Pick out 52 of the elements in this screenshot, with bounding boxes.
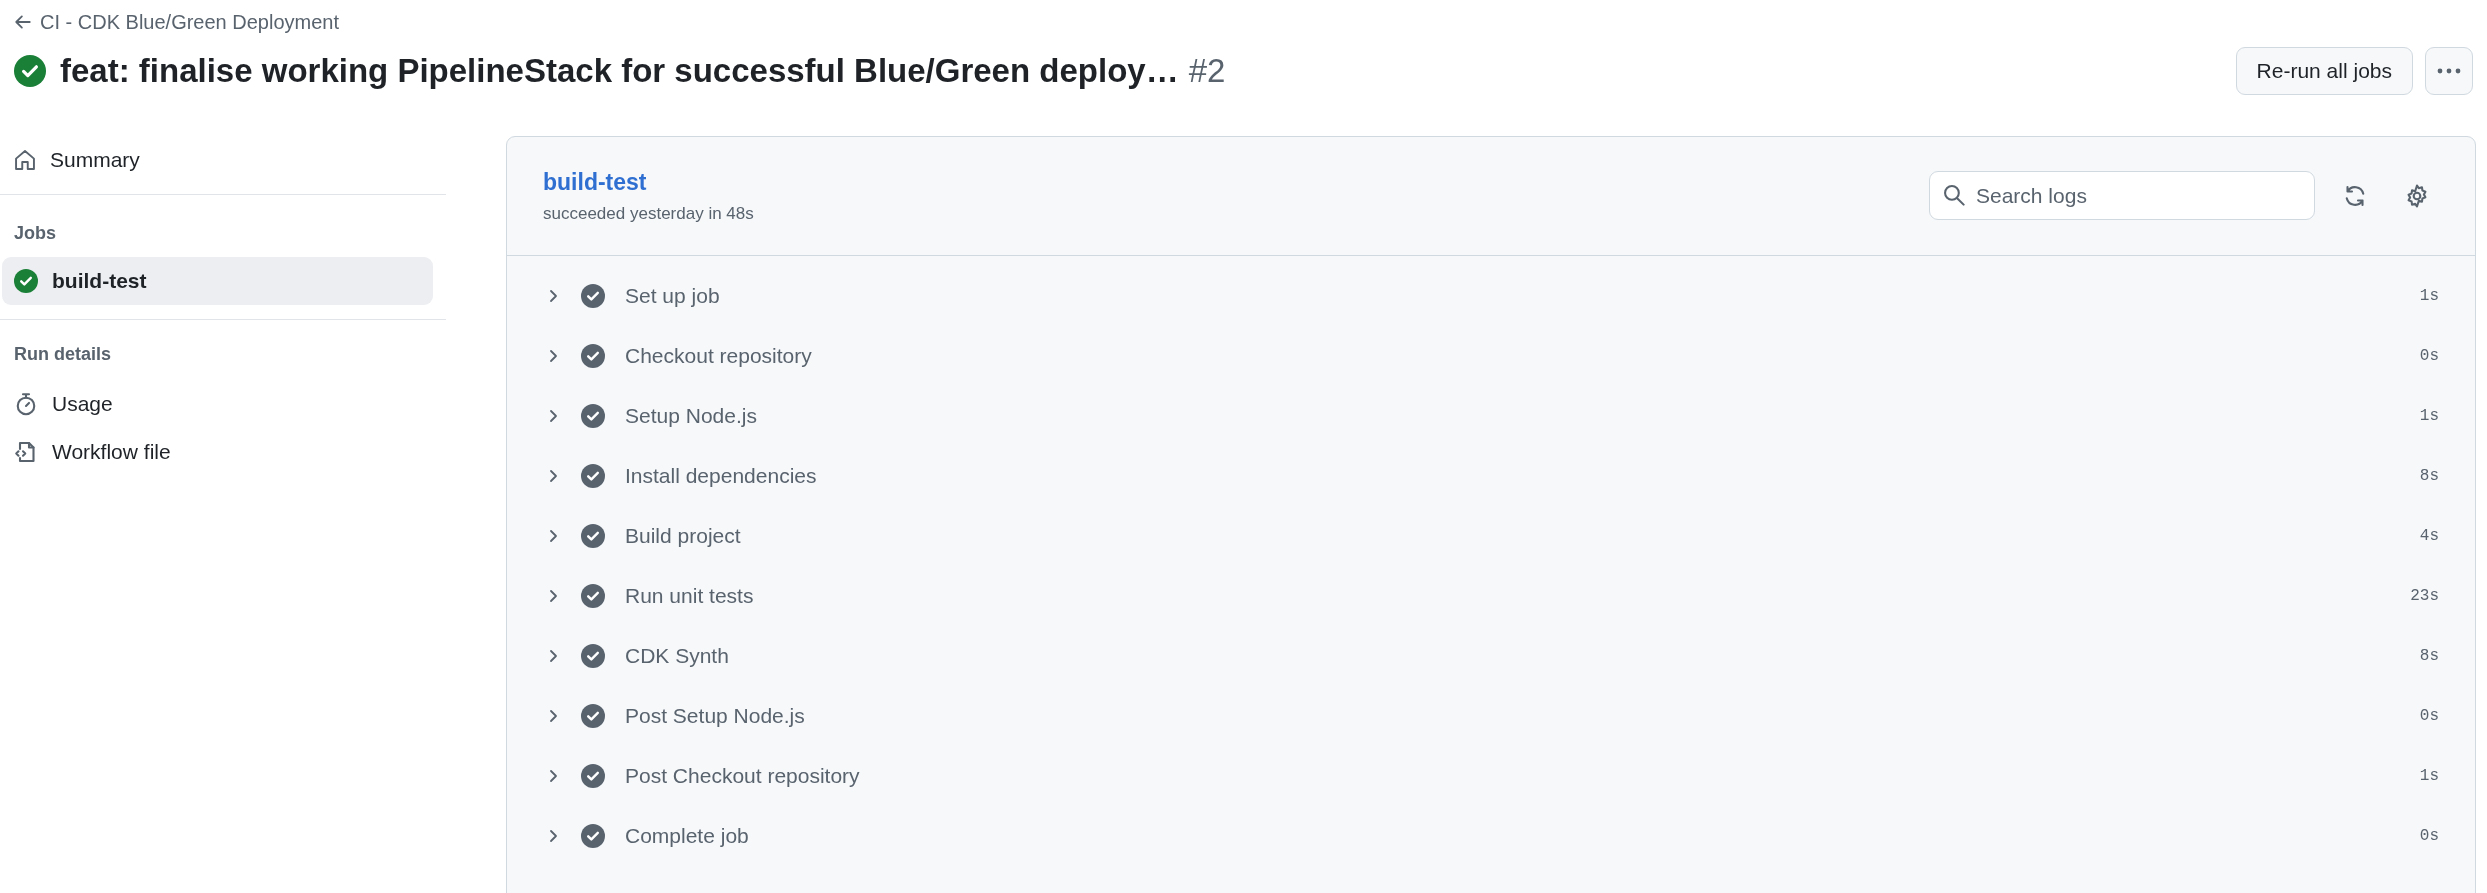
stopwatch-icon xyxy=(14,391,38,416)
step-duration: 4s xyxy=(2419,525,2439,547)
step-row[interactable]: Setup Node.js 1s xyxy=(507,385,2475,446)
step-row[interactable]: Post Checkout repository 1s xyxy=(507,745,2475,806)
sidebar-item[interactable]: Summary xyxy=(0,135,446,184)
run-number: #2 xyxy=(1188,51,1226,91)
step-name: Post Checkout repository xyxy=(625,762,860,789)
step-name: Checkout repository xyxy=(625,342,812,369)
step-duration: 1s xyxy=(2419,405,2439,427)
job-subtitle: succeeded yesterday in 48s xyxy=(543,203,754,225)
step-row[interactable]: Set up job 1s xyxy=(507,265,2475,326)
more-button[interactable] xyxy=(2425,46,2473,95)
step-row[interactable]: Complete job 0s xyxy=(507,805,2475,866)
sidebar-item[interactable]: Workflow file xyxy=(0,427,446,476)
settings-icon xyxy=(2405,183,2429,208)
step-name: Complete job xyxy=(625,822,749,849)
search-icon xyxy=(1943,184,1965,206)
step-name: Install dependencies xyxy=(625,462,817,489)
step-row[interactable]: Checkout repository 0s xyxy=(507,325,2475,386)
more-icon xyxy=(2437,67,2461,74)
step-row[interactable]: Build project 4s xyxy=(507,505,2475,566)
step-name: CDK Synth xyxy=(625,642,729,669)
step-row[interactable]: Install dependencies 8s xyxy=(507,445,2475,506)
step-duration: 0s xyxy=(2419,825,2439,847)
step-name: Run unit tests xyxy=(625,582,754,609)
step-name: Build project xyxy=(625,522,741,549)
step-duration: 8s xyxy=(2419,465,2439,487)
rerun-button[interactable]: Re-run all jobs xyxy=(2235,46,2413,95)
step-duration: 8s xyxy=(2419,645,2439,667)
step-duration: 0s xyxy=(2419,705,2439,727)
home-icon xyxy=(14,148,36,171)
sidebar-item[interactable]: Usage xyxy=(0,379,446,428)
step-row[interactable]: Post Setup Node.js 0s xyxy=(507,685,2475,746)
step-duration: 23s xyxy=(2410,585,2439,607)
step-duration: 1s xyxy=(2419,285,2439,307)
back-link[interactable]: CI - CDK Blue/Green Deployment xyxy=(14,8,2473,36)
step-name: Set up job xyxy=(625,282,720,309)
run-title: feat: finalise working PipelineStack for successful Blue/Green deploy… xyxy=(60,51,1179,91)
step-row[interactable]: CDK Synth 8s xyxy=(507,625,2475,686)
step-duration: 0s xyxy=(2419,345,2439,367)
section-heading: Jobs xyxy=(13,222,57,245)
step-row[interactable]: Run unit tests 23s xyxy=(507,565,2475,626)
job-title: build-test xyxy=(543,167,648,197)
file-code-icon xyxy=(14,439,38,464)
section-heading: Run details xyxy=(13,343,112,366)
step-name: Post Setup Node.js xyxy=(625,702,805,729)
step-duration: 1s xyxy=(2419,765,2439,787)
refresh-icon xyxy=(2343,183,2367,208)
job-item[interactable]: build-test xyxy=(2,256,433,305)
step-name: Setup Node.js xyxy=(625,402,757,429)
search-field[interactable]: Search logs xyxy=(1929,171,2315,220)
arrow-left-icon xyxy=(14,13,32,31)
